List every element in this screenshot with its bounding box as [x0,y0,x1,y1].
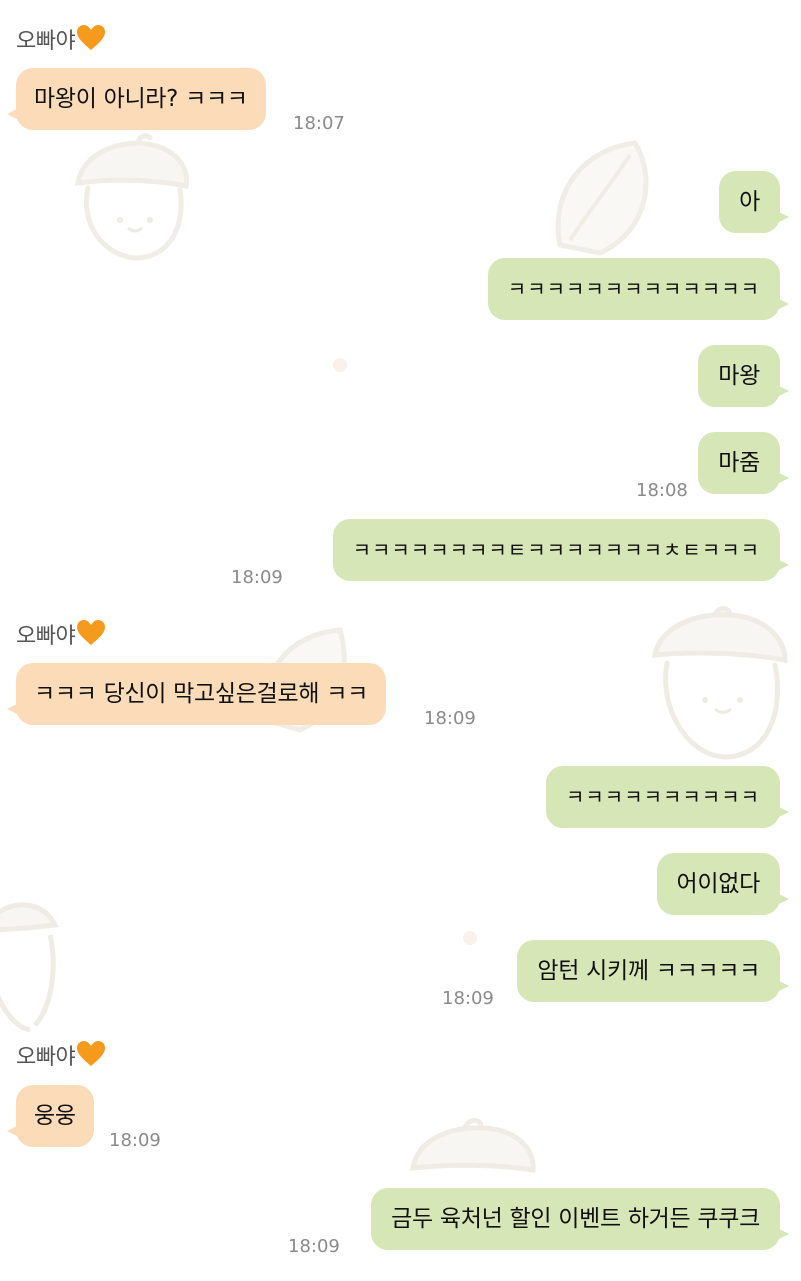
message-bubble-outgoing[interactable]: 마왕 [698,345,789,407]
message-bubble-outgoing[interactable]: 마줌 [698,432,789,494]
leaf-watermark-icon [555,140,649,256]
message-bubble-outgoing[interactable]: ㅋㅋㅋㅋㅋㅋㅋㅋㅌㅋㅋㅋㅋㅋㅋㅋㅊㅌㅋㅋㅋ [332,519,790,581]
message-text: ㅋㅋㅋㅋㅋㅋㅋㅋㅌㅋㅋㅋㅋㅋㅋㅋㅊㅌㅋㅋㅋ [352,538,760,562]
message-text: 마왕 [718,363,760,389]
message-bubble-outgoing[interactable]: ㅋㅋㅋㅋㅋㅋㅋㅋㅋㅋ [546,766,789,828]
message-timestamp: 18:09 [109,1130,161,1151]
message-text: 어이없다 [676,871,761,897]
message-timestamp: 18:09 [424,708,476,729]
message-text: 마왕이 아니라? ㅋㅋㅋ [34,86,248,112]
message-text: 마줌 [718,450,760,476]
sender-name-text: 오빠야 [16,1045,76,1070]
message-timestamp: 18:09 [288,1236,340,1257]
sender-name-text: 오빠야 [16,29,76,54]
message-text: ㅋㅋㅋ 당신이 막고싶은걸로해 ㅋㅋ [34,681,368,707]
heart-icon [77,1041,106,1066]
sender-name-text: 오빠야 [16,624,76,649]
acorn-watermark-icon [74,133,190,261]
message-text: 금두 육처넌 할인 이벤트 하거든 쿠쿠크 [391,1206,760,1232]
message-text: ㅋㅋㅋㅋㅋㅋㅋㅋㅋㅋ [566,785,760,809]
sender-name: 오빠야 [16,24,106,57]
heart-icon [77,25,106,50]
message-bubble-incoming[interactable]: ㅋㅋㅋ 당신이 막고싶은걸로해 ㅋㅋ [7,663,386,725]
message-timestamp: 18:09 [442,988,494,1009]
message-timestamp: 18:09 [231,567,283,588]
message-bubble-outgoing[interactable]: 아 [719,171,789,233]
sender-name: 오빠야 [16,1040,106,1073]
message-bubble-outgoing[interactable]: 어이없다 [656,853,790,915]
message-bubble-outgoing[interactable]: ㅋㅋㅋㅋㅋㅋㅋㅋㅋㅋㅋㅋㅋ [487,258,790,320]
message-bubble-outgoing[interactable]: 암턴 시키께 ㅋㅋㅋㅋㅋ [517,940,789,1002]
message-timestamp: 18:08 [636,480,688,501]
message-bubble-incoming[interactable]: 웅웅 [7,1085,94,1147]
acorn-watermark-icon [0,902,59,1033]
message-timestamp: 18:07 [293,113,345,134]
heart-icon [77,620,106,645]
message-text: 암턴 시키께 ㅋㅋㅋㅋㅋ [537,958,760,984]
message-text: 아 [739,189,760,215]
sender-name: 오빠야 [16,619,106,652]
message-bubble-outgoing[interactable]: 금두 육처넌 할인 이벤트 하거든 쿠쿠크 [371,1188,789,1250]
message-bubble-incoming[interactable]: 마왕이 아니라? ㅋㅋㅋ [7,68,266,130]
acorn-watermark-icon [651,606,788,760]
dot-watermark-icon [333,358,347,372]
dot-watermark-icon [463,931,477,945]
message-text: ㅋㅋㅋㅋㅋㅋㅋㅋㅋㅋㅋㅋㅋ [507,277,760,301]
acorn-watermark-icon [410,1118,536,1173]
message-text: 웅웅 [34,1103,76,1129]
